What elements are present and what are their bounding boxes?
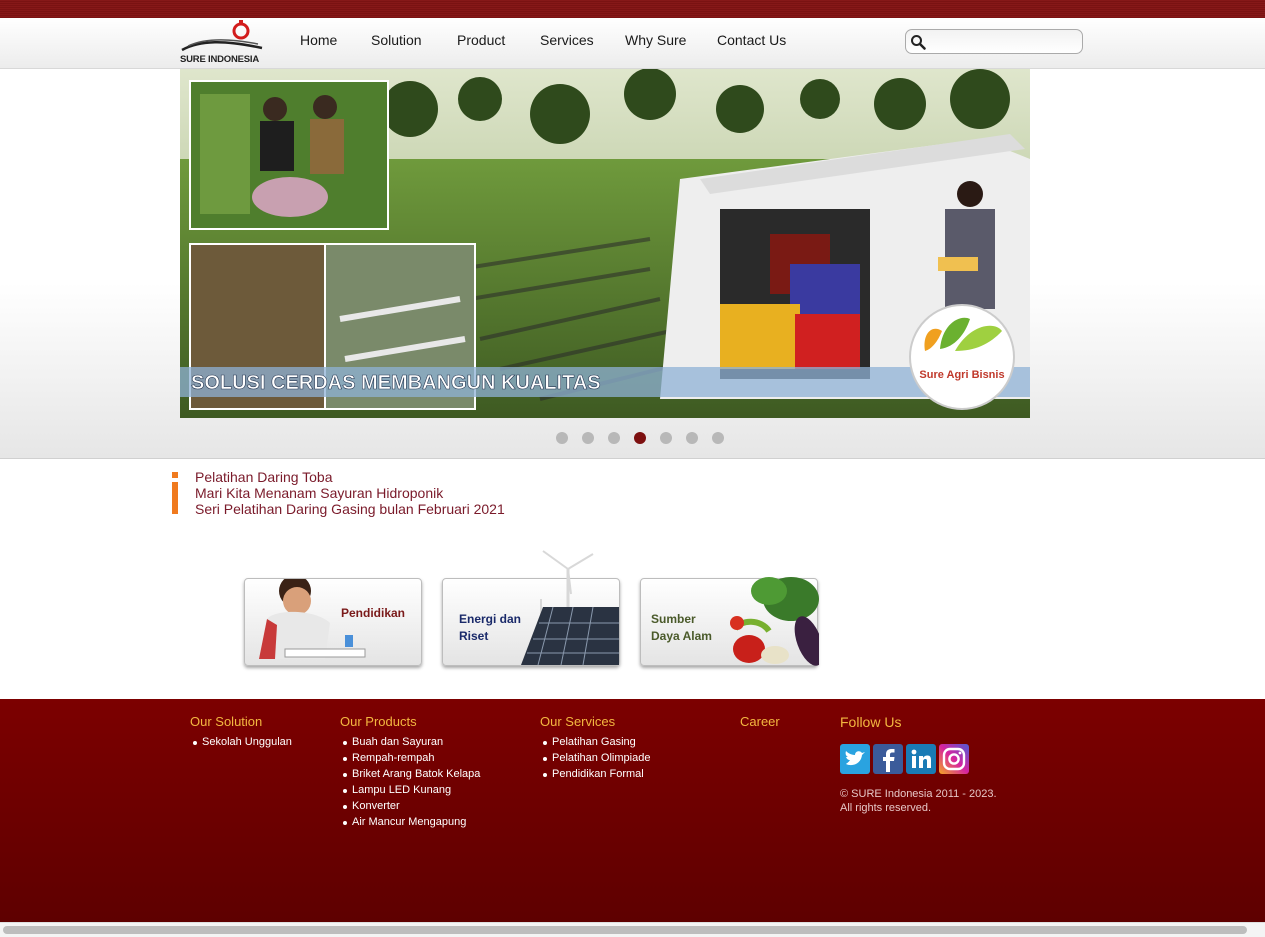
twitter-icon[interactable] [840,744,870,774]
linkedin-icon[interactable] [906,744,936,774]
footer-link[interactable]: Pelatihan Olimpiade [540,750,650,766]
footer-link[interactable]: Pelatihan Gasing [540,734,650,750]
footer-services-list: Pelatihan Gasing Pelatihan Olimpiade Pen… [540,734,650,782]
category-label: Energi dan Riset [459,612,522,643]
instagram-icon[interactable] [939,744,969,774]
slider-dot-4[interactable] [634,432,646,444]
footer-link[interactable]: Lampu LED Kunang [340,782,480,798]
footer-products-list: Buah dan Sayuran Rempah-rempah Briket Ar… [340,734,480,830]
top-stripe [0,0,1265,18]
scrollbar-thumb[interactable] [3,926,1247,934]
nav-services[interactable]: Services [540,32,594,48]
nav-product[interactable]: Product [457,32,505,48]
category-energi-riset[interactable]: Energi dan Riset [442,550,620,666]
copyright-text: © SURE Indonesia 2011 - 2023. All rights… [840,788,997,814]
footer-heading-career[interactable]: Career [740,714,780,729]
search-input[interactable] [905,29,1083,54]
hero-banner-slide[interactable]: SOLUSI CERDAS MEMBANGUN KUALITAS Sure Ag… [180,69,1030,418]
footer-link[interactable]: Sekolah Unggulan [190,734,292,750]
nav-why-sure[interactable]: Why Sure [625,32,686,48]
slider-dot-1[interactable] [556,432,568,444]
footer-heading-solution[interactable]: Our Solution [190,714,262,729]
slider-dot-5[interactable] [660,432,672,444]
slider-dot-7[interactable] [712,432,724,444]
student-illustration-icon [259,579,366,659]
category-pendidikan[interactable]: Pendidikan [244,578,422,666]
news-item[interactable]: Seri Pelatihan Daring Gasing bulan Febru… [195,501,505,517]
footer-link[interactable]: Konverter [340,798,480,814]
header-nav: SURE INDONESIA Home Solution Product Ser… [0,18,1265,69]
footer: Our Solution Sekolah Unggulan Our Produc… [0,699,1265,922]
banner-photo: SOLUSI CERDAS MEMBANGUN KUALITAS Sure Ag… [180,69,1030,418]
footer-link[interactable]: Rempah-rempah [340,750,480,766]
footer-link[interactable]: Pendidikan Formal [540,766,650,782]
slider-dot-3[interactable] [608,432,620,444]
slider-dot-2[interactable] [582,432,594,444]
footer-link[interactable]: Air Mancur Mengapung [340,814,480,830]
footer-heading-follow: Follow Us [840,714,902,730]
nav-home[interactable]: Home [300,32,337,48]
footer-link[interactable]: Briket Arang Batok Kelapa [340,766,480,782]
brand-logo[interactable]: SURE INDONESIA [180,20,264,66]
nav-contact-us[interactable]: Contact Us [717,32,786,48]
category-label: Pendidikan [341,606,406,620]
category-label: Sumber Daya Alam [651,612,712,643]
nav-solution[interactable]: Solution [371,32,422,48]
sure-logo-icon [181,20,263,52]
solar-wind-icon [521,550,619,666]
news-item[interactable]: Pelatihan Daring Toba [195,469,333,485]
footer-solution-list: Sekolah Unggulan [190,734,292,750]
horizontal-scrollbar[interactable] [0,922,1265,937]
footer-link[interactable]: Buah dan Sayuran [340,734,480,750]
facebook-icon[interactable] [873,744,903,774]
banner-caption: SOLUSI CERDAS MEMBANGUN KUALITAS [191,372,601,394]
search-icon [911,35,926,50]
news-item[interactable]: Mari Kita Menanam Sayuran Hidroponik [195,485,443,501]
brand-name: SURE INDONESIA [180,54,260,65]
footer-heading-services[interactable]: Our Services [540,714,615,729]
footer-heading-products[interactable]: Our Products [340,714,417,729]
banner-badge-text: Sure Agri Bisnis [919,369,1004,381]
info-icon [172,472,178,514]
category-sumber-daya-alam[interactable]: Sumber Daya Alam [640,577,819,666]
slider-dot-6[interactable] [686,432,698,444]
